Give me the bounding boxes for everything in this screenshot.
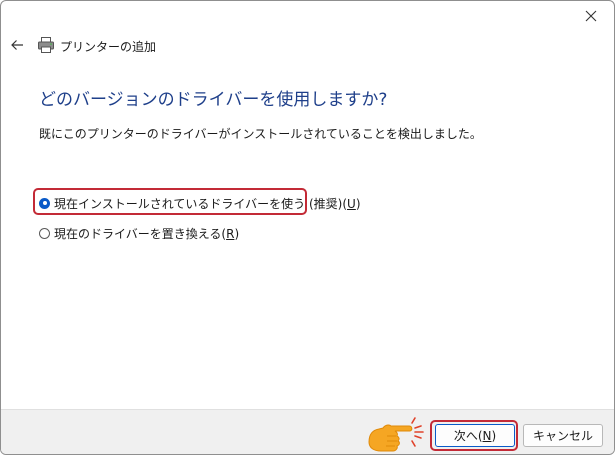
- printer-icon: [38, 37, 54, 53]
- add-printer-window: プリンターの追加 どのバージョンのドライバーを使用しますか? 既にこのプリンター…: [0, 0, 615, 455]
- close-icon: [585, 10, 597, 22]
- close-button[interactable]: [568, 1, 614, 31]
- button-bar: 次へ(N) キャンセル: [1, 409, 614, 454]
- option-label: 現在のドライバーを置き換える(R): [54, 226, 240, 241]
- next-button[interactable]: 次へ(N): [435, 424, 515, 447]
- back-button[interactable]: [5, 33, 29, 57]
- cancel-button[interactable]: キャンセル: [523, 424, 603, 447]
- page-heading: どのバージョンのドライバーを使用しますか?: [39, 90, 388, 110]
- radio-button-checked[interactable]: [39, 197, 50, 209]
- radio-use-current-driver[interactable]: 現在インストールされているドライバーを使う (推奨)(U): [39, 194, 361, 212]
- wizard-header: プリンターの追加: [1, 31, 614, 61]
- option-label: 現在インストールされているドライバーを使う (推奨)(U): [54, 196, 361, 211]
- window-title: プリンターの追加: [60, 40, 157, 54]
- page-description: 既にこのプリンターのドライバーがインストールされていることを検出しました。: [39, 127, 482, 141]
- radio-replace-driver[interactable]: 現在のドライバーを置き換える(R): [39, 224, 239, 242]
- radio-button-unchecked[interactable]: [39, 227, 50, 239]
- arrow-left-icon: [11, 40, 23, 50]
